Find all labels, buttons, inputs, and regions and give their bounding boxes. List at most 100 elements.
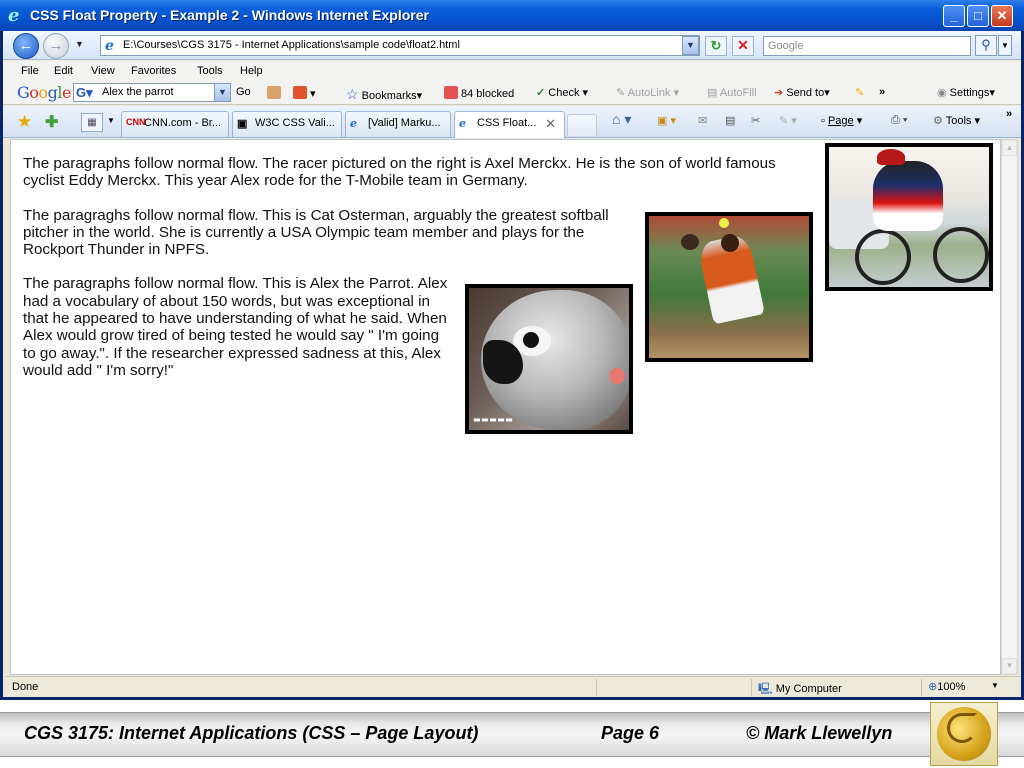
settings-icon: ◉	[937, 87, 947, 99]
close-button[interactable]: ✕	[991, 5, 1013, 27]
star-outline-icon: ☆	[346, 86, 359, 102]
home-icon[interactable]: ⌂ ▾	[612, 111, 631, 128]
page-content: The paragraphs follow normal flow. The r…	[10, 139, 1001, 675]
computer-icon: 🖳	[758, 683, 773, 695]
research-icon[interactable]: ✂	[751, 114, 760, 127]
menu-bar: File Edit View Favorites Tools Help	[3, 61, 1021, 81]
more-commands-chevron[interactable]: »	[1006, 108, 1012, 120]
address-dropdown[interactable]: ▼	[682, 36, 699, 55]
back-button[interactable]: ←	[13, 33, 39, 59]
rear-wheel-shape	[933, 227, 989, 283]
tab-cnn[interactable]: CNN CNN.com - Br...	[121, 111, 229, 137]
tab-w3c[interactable]: ▣ W3C CSS Vali...	[232, 111, 342, 137]
tab-label: CSS Float...	[477, 117, 537, 129]
google-search-value: Alex the parrot	[102, 86, 174, 98]
autofill-button[interactable]: ▤ AutoFill	[707, 86, 757, 99]
autolink-button[interactable]: ✎ AutoLink ▾	[616, 86, 679, 99]
address-value: E:\Courses\CGS 3175 - Internet Applicati…	[123, 39, 460, 51]
front-wheel-shape	[855, 229, 911, 285]
menu-file[interactable]: File	[21, 65, 39, 77]
tab-label: [Valid] Marku...	[368, 117, 441, 129]
popup-blocker-button[interactable]: 84 blocked	[444, 86, 514, 100]
minimize-button[interactable]: _	[943, 5, 965, 27]
check-label: Check	[548, 87, 580, 99]
autofill-label: AutoFill	[719, 87, 757, 99]
status-divider	[921, 679, 922, 696]
photo-watermark: ▬▬▬▬▬	[473, 415, 514, 425]
tab-valid-markup[interactable]: e [Valid] Marku...	[345, 111, 451, 137]
google-logo: Google	[17, 83, 71, 102]
zoom-control[interactable]: ⊕100%	[928, 680, 965, 693]
gear-icon: ⚙	[933, 115, 943, 127]
scroll-up-button[interactable]: ▲	[1002, 140, 1017, 156]
highlighter-icon[interactable]: ✎	[855, 86, 864, 99]
security-zone[interactable]: 🖳 My Computer	[758, 680, 842, 699]
page-menu-label: Page	[827, 115, 854, 127]
refresh-button[interactable]: ↻	[705, 36, 727, 56]
quick-tabs-button[interactable]: ▦	[81, 113, 103, 132]
bookmarks-label: Bookmarks	[361, 90, 417, 102]
address-toolbar: ← → ▼ e E:\Courses\CGS 3175 - Internet A…	[3, 31, 1021, 60]
blocked-count-label: 84 blocked	[461, 88, 515, 100]
popup-blocker-icon	[444, 86, 458, 99]
settings-button[interactable]: ◉ Settings▾	[937, 86, 995, 99]
document-body: The paragraphs follow normal flow. The r…	[23, 143, 993, 440]
cnn-icon: CNN	[126, 117, 146, 127]
menu-tools[interactable]: Tools	[197, 65, 223, 77]
status-divider	[751, 679, 752, 696]
helmet-shape	[877, 149, 905, 165]
menu-edit[interactable]: Edit	[54, 65, 73, 77]
maximize-button[interactable]: □	[967, 5, 989, 27]
close-tab-icon[interactable]: ✕	[545, 116, 556, 132]
recent-pages-dropdown[interactable]: ▼	[75, 39, 84, 49]
google-search-dropdown[interactable]: ▼	[214, 83, 231, 102]
tab-list-dropdown[interactable]: ▼	[107, 116, 115, 125]
add-favorite-icon[interactable]: ✚	[45, 112, 58, 132]
google-search-input[interactable]: G▾ Alex the parrot	[73, 83, 231, 102]
bookmarks-button[interactable]: ☆ Bookmarks▾	[346, 86, 422, 103]
menu-favorites[interactable]: Favorites	[131, 65, 176, 77]
menu-help[interactable]: Help	[240, 65, 263, 77]
title-bar: e CSS Float Property - Example 2 - Windo…	[0, 0, 1024, 31]
menu-view[interactable]: View	[91, 65, 115, 77]
address-input[interactable]: e E:\Courses\CGS 3175 - Internet Applica…	[100, 35, 700, 56]
spellcheck-button[interactable]: ✓ Check ▾	[536, 86, 588, 99]
favorites-star-icon[interactable]: ★	[17, 112, 32, 132]
stop-button[interactable]: ✕	[732, 36, 754, 56]
softball-pitcher-image	[645, 211, 813, 362]
sendto-button[interactable]: ➔ Send to▾	[774, 86, 830, 99]
more-tools-chevron[interactable]: »	[879, 86, 885, 98]
scroll-down-button[interactable]: ▼	[1002, 658, 1017, 674]
cyclist-figure	[873, 161, 943, 231]
spellcheck-icon: ✓	[536, 87, 546, 99]
cyclist-image	[825, 143, 993, 291]
puzzle-icon[interactable]: ▾	[293, 86, 316, 100]
sendto-icon: ➔	[774, 87, 784, 99]
search-options-dropdown[interactable]: ▼	[998, 35, 1012, 56]
page-menu-button[interactable]: ▫ Page ▾	[821, 114, 862, 127]
zoom-dropdown[interactable]: ▼	[991, 681, 999, 690]
tools-menu-button[interactable]: ⚙ Tools ▾	[933, 114, 980, 127]
forward-button[interactable]: →	[43, 33, 69, 59]
sendto-label: Send to	[786, 87, 825, 99]
new-tab-button[interactable]	[567, 114, 597, 136]
read-mail-icon[interactable]: ✉	[698, 114, 707, 127]
clipboard-icon[interactable]: ▤	[725, 114, 735, 127]
ie-page-icon: e	[350, 117, 357, 130]
ucf-pegasus-logo	[930, 702, 998, 766]
autofill-icon: ▤	[707, 87, 718, 99]
glove-shape	[681, 233, 699, 250]
slide-footer: CGS 3175: Internet Applications (CSS – P…	[0, 700, 1024, 768]
zoom-icon: ⊕	[928, 681, 938, 693]
tab-css-float[interactable]: e CSS Float... ✕	[454, 111, 565, 138]
search-input[interactable]: Google	[763, 36, 971, 56]
news-icon[interactable]	[267, 86, 284, 100]
vertical-scrollbar[interactable]: ▲ ▼	[1001, 139, 1018, 675]
print-icon[interactable]: ⎙ ▾	[891, 114, 907, 127]
google-go-button[interactable]: Go	[236, 86, 251, 98]
search-icon[interactable]: ⚲	[975, 35, 997, 56]
ie-page-icon: e	[105, 38, 114, 54]
parrot-image: ▬▬▬▬▬	[465, 284, 633, 435]
feeds-icon[interactable]: ▣ ▾	[657, 114, 676, 127]
edit-icon[interactable]: ✎ ▾	[779, 114, 797, 127]
